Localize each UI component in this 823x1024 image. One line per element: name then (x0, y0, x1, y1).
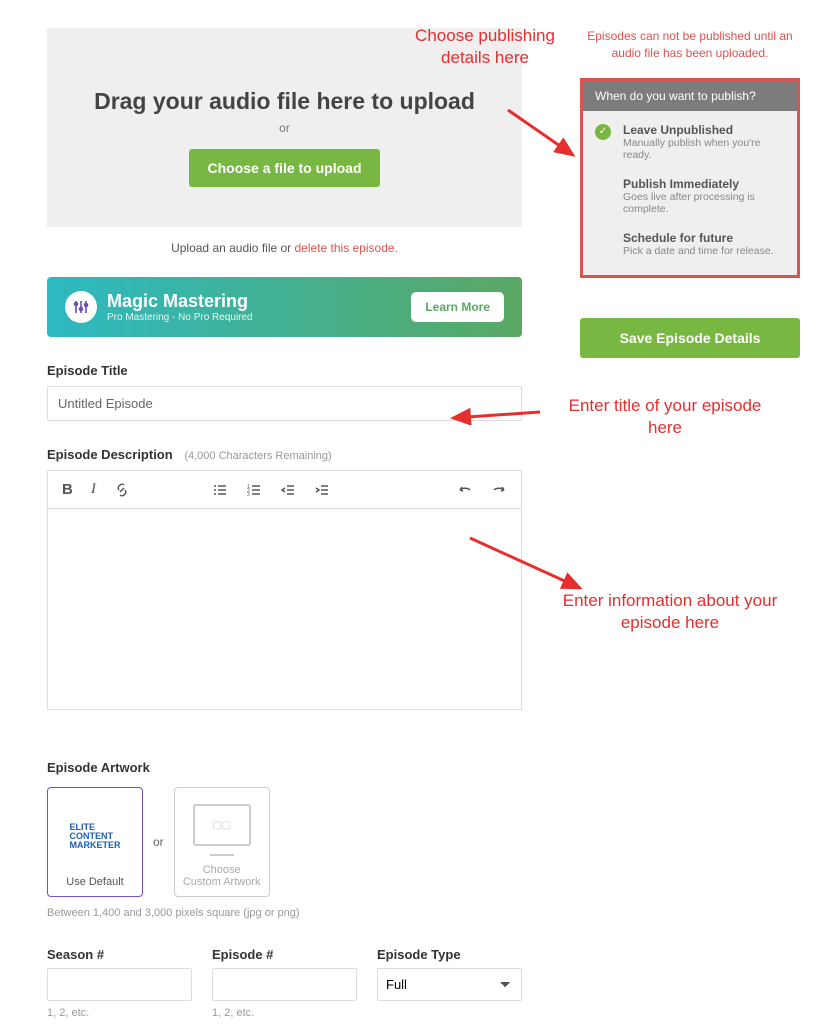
upload-caption-prefix: Upload an audio file or (171, 241, 294, 255)
publish-option-desc: Pick a date and time for release. (623, 245, 785, 257)
outdent-icon[interactable] (274, 478, 302, 502)
description-textarea[interactable] (48, 509, 521, 709)
undo-icon[interactable] (451, 478, 479, 502)
artwork-hint: Between 1,400 and 3,000 pixels square (j… (47, 907, 522, 919)
season-input[interactable] (47, 968, 192, 1001)
artwork-default-option[interactable]: ELITE CONTENT MARKETER Use Default (47, 787, 143, 897)
upload-or: or (67, 121, 502, 135)
annotation-description: Enter information about your episode her… (540, 590, 800, 634)
upload-caption: Upload an audio file or delete this epis… (47, 241, 522, 255)
monitor-icon: ▢▢ (193, 804, 251, 846)
ordered-list-icon[interactable]: 123 (240, 478, 268, 502)
learn-more-button[interactable]: Learn More (411, 292, 504, 322)
publish-option-title: Publish Immediately (623, 177, 785, 191)
save-episode-button[interactable]: Save Episode Details (580, 318, 800, 358)
delete-episode-link[interactable]: delete this episode. (295, 241, 398, 255)
episode-type-select[interactable]: Full (377, 968, 522, 1001)
upload-title: Drag your audio file here to upload (67, 88, 502, 115)
artwork-custom-label: Choose Custom Artwork (183, 864, 261, 888)
magic-mastering-banner: Magic Mastering Pro Mastering - No Pro R… (47, 277, 522, 337)
publish-option-desc: Manually publish when you're ready. (623, 137, 785, 161)
episode-type-label: Episode Type (377, 947, 522, 962)
link-icon[interactable] (108, 477, 136, 502)
description-editor: B I 123 (47, 470, 522, 710)
artwork-or: or (153, 835, 164, 849)
episode-number-input[interactable] (212, 968, 357, 1001)
publish-header: When do you want to publish? (583, 81, 797, 111)
mastering-title: Magic Mastering (107, 291, 411, 312)
annotation-title: Enter title of your episode here (565, 395, 765, 439)
episode-number-label: Episode # (212, 947, 357, 962)
indent-icon[interactable] (308, 478, 336, 502)
season-hint: 1, 2, etc. (47, 1007, 192, 1019)
publish-option-unpublished[interactable]: ✓ Leave Unpublished Manually publish whe… (593, 115, 787, 169)
artwork-label: Episode Artwork (47, 760, 522, 775)
unordered-list-icon[interactable] (206, 478, 234, 502)
publish-warning: Episodes can not be published until an a… (580, 28, 800, 62)
publish-option-title: Schedule for future (623, 231, 785, 245)
upload-dropzone[interactable]: Drag your audio file here to upload or C… (47, 28, 522, 227)
episode-description-label-text: Episode Description (47, 447, 173, 462)
episode-description-label: Episode Description (4,000 Characters Re… (47, 447, 522, 462)
episode-title-label: Episode Title (47, 363, 522, 378)
episode-number-hint: 1, 2, etc. (212, 1007, 357, 1019)
episode-title-input[interactable] (47, 386, 522, 421)
publish-option-immediately[interactable]: Publish Immediately Goes live after proc… (593, 169, 787, 223)
artwork-default-thumb: ELITE CONTENT MARKETER (65, 806, 125, 866)
equalizer-icon (65, 291, 97, 323)
artwork-custom-option[interactable]: ▢▢ Choose Custom Artwork (174, 787, 270, 897)
publish-option-desc: Goes live after processing is complete. (623, 191, 785, 215)
publish-option-title: Leave Unpublished (623, 123, 785, 137)
italic-icon[interactable]: I (85, 477, 102, 502)
mastering-subtitle: Pro Mastering - No Pro Required (107, 312, 411, 323)
artwork-default-label: Use Default (66, 876, 123, 888)
choose-file-button[interactable]: Choose a file to upload (189, 149, 379, 187)
check-icon: ✓ (595, 124, 611, 140)
editor-toolbar: B I 123 (48, 471, 521, 509)
publish-option-schedule[interactable]: Schedule for future Pick a date and time… (593, 223, 787, 265)
characters-remaining: (4,000 Characters Remaining) (184, 450, 331, 462)
season-label: Season # (47, 947, 192, 962)
bold-icon[interactable]: B (56, 477, 79, 502)
publish-options-panel: When do you want to publish? ✓ Leave Unp… (580, 78, 800, 278)
svg-text:3: 3 (247, 492, 250, 498)
redo-icon[interactable] (485, 478, 513, 502)
